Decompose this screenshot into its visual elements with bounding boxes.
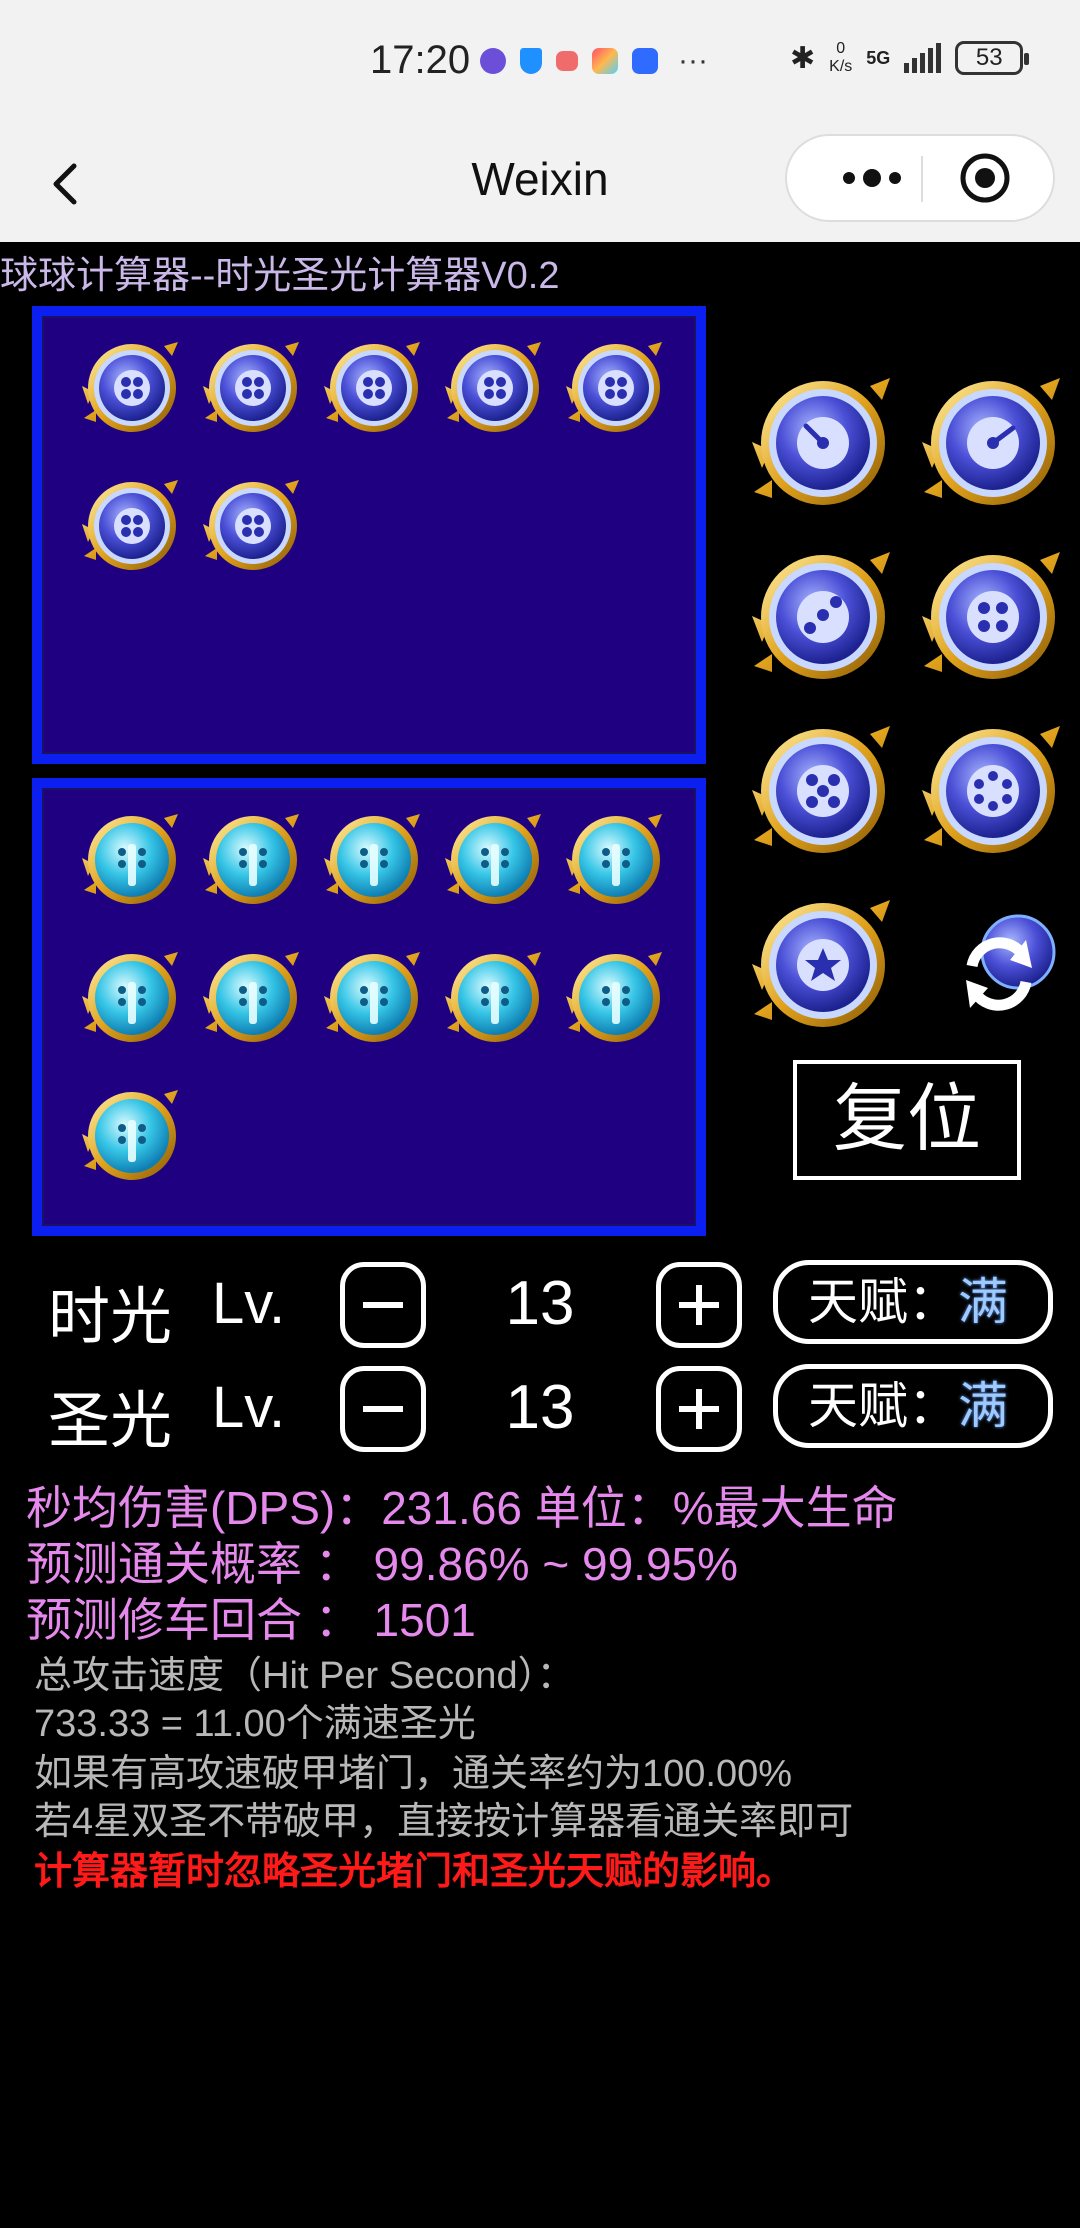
holy-light-label: 圣光 (48, 1387, 173, 1456)
repair-round: 预测修车回合 ： 1501 (26, 1594, 476, 1646)
holy-light-ball[interactable] (78, 944, 186, 1052)
holy-light-ball[interactable] (199, 806, 307, 914)
warning-text: 计算器暂时忽略圣光堵门和圣光天赋的影响。 (34, 1851, 795, 1893)
ball-selector-star[interactable] (748, 890, 898, 1040)
signal-icon (904, 43, 942, 73)
ball-selector-3[interactable] (748, 542, 898, 692)
time-light-ball[interactable] (562, 334, 670, 442)
status-time: 17:20 (370, 38, 471, 82)
ball-selector-2[interactable] (918, 368, 1068, 518)
holy-light-talent-button[interactable]: 天赋：满 (773, 1364, 1053, 1448)
holy-light-level-row: 圣光 Lv. 13 天赋：满 (0, 1360, 1080, 1460)
time-light-label: 时光 (48, 1283, 173, 1352)
app-colorful-icon (592, 48, 618, 74)
time-light-ball[interactable] (199, 334, 307, 442)
network-speed: 0 K/s (829, 40, 852, 76)
time-light-ball[interactable] (441, 334, 549, 442)
time-light-panel (32, 306, 706, 764)
time-light-decrease-button[interactable] (340, 1262, 426, 1348)
bluetooth-icon: ✱ (790, 41, 816, 75)
time-light-level-row: 时光 Lv. 13 天赋：满 (0, 1256, 1080, 1356)
plus-icon (679, 1285, 719, 1325)
holy-light-decrease-button[interactable] (340, 1366, 426, 1452)
shield-icon (520, 48, 542, 74)
talent-value: 满 (958, 1378, 1008, 1434)
holy-light-ball[interactable] (199, 944, 307, 1052)
speed-unit: K/s (829, 58, 853, 75)
more-options-icon[interactable] (827, 136, 917, 220)
holy-light-panel (32, 778, 706, 1236)
notification-icons: ··· (480, 44, 708, 77)
ball-selector-4[interactable] (918, 542, 1068, 692)
holy-light-grid (78, 806, 670, 1190)
ball-selector-1[interactable] (748, 368, 898, 518)
holy-light-ball[interactable] (562, 944, 670, 1052)
talent-value: 满 (958, 1274, 1008, 1330)
holy-light-ball[interactable] (562, 806, 670, 914)
holy-light-ball[interactable] (320, 806, 428, 914)
reset-button[interactable]: 复位 (793, 1060, 1021, 1180)
gift-icon (556, 51, 578, 71)
refresh-icon[interactable] (940, 910, 1060, 1020)
holy-light-ball[interactable] (78, 1082, 186, 1190)
holy-light-increase-button[interactable] (656, 1366, 742, 1452)
app-title: 球球计算器--时光圣光计算器V0.2 (0, 255, 560, 297)
plus-icon (679, 1389, 719, 1429)
network-type: 5G (866, 47, 891, 68)
ball-selector-6[interactable] (918, 716, 1068, 866)
talent-label: 天赋： (808, 1274, 958, 1330)
minus-icon (363, 1302, 403, 1308)
ball-selector-5[interactable] (748, 716, 898, 866)
speed-value: 0 (836, 40, 846, 57)
time-light-ball[interactable] (199, 472, 307, 580)
holy-light-ball[interactable] (320, 944, 428, 1052)
holy-light-level-value: 13 (505, 1373, 575, 1442)
bulb-icon (632, 48, 658, 74)
note-armor-break: 如果有高攻速破甲堵门，通关率约为100.00% (34, 1753, 793, 1795)
time-light-ball[interactable] (320, 334, 428, 442)
time-light-level-value: 13 (505, 1269, 575, 1338)
battery-icon: 53 (955, 41, 1030, 75)
level-label: Lv. (212, 1271, 286, 1336)
attack-speed-label: 总攻击速度（Hit Per Second）： (34, 1655, 575, 1697)
mini-program-header: Weixin (0, 126, 1080, 242)
status-bar: 17:20 ··· ✱ 0 K/s 5G 53 (0, 0, 1080, 126)
minus-icon (363, 1406, 403, 1412)
app-notification-icon (480, 48, 506, 74)
time-light-ball[interactable] (78, 334, 186, 442)
attack-speed-value: 733.33 = 11.00个满速圣光 (34, 1703, 476, 1745)
time-light-grid (78, 334, 670, 580)
capsule-menu (785, 134, 1055, 222)
holy-light-ball[interactable] (441, 806, 549, 914)
holy-light-ball[interactable] (78, 806, 186, 914)
capsule-divider (921, 156, 923, 202)
talent-label: 天赋： (808, 1378, 958, 1434)
time-light-ball[interactable] (78, 472, 186, 580)
time-light-talent-button[interactable]: 天赋：满 (773, 1260, 1053, 1344)
more-notifications-icon: ··· (678, 44, 708, 77)
level-label: Lv. (212, 1375, 286, 1440)
note-four-star: 若4星双圣不带破甲，直接按计算器看通关率即可 (34, 1801, 854, 1843)
time-light-increase-button[interactable] (656, 1262, 742, 1348)
holy-light-ball[interactable] (441, 944, 549, 1052)
close-miniprogram-icon[interactable] (957, 150, 1013, 206)
